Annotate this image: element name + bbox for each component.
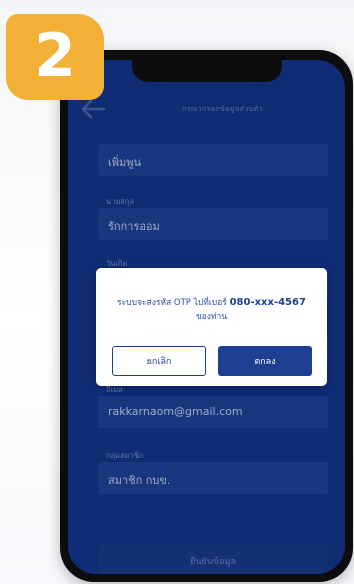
otp-phone-number: 080-xxx-4567 bbox=[229, 297, 306, 308]
step-badge: 2 bbox=[6, 14, 104, 100]
ok-button[interactable]: ตกลง bbox=[218, 346, 312, 376]
otp-message-suffix: ของท่าน bbox=[195, 312, 228, 322]
cancel-button[interactable]: ยกเลิก bbox=[112, 346, 206, 376]
step-number: 2 bbox=[34, 21, 76, 91]
phone-notch bbox=[131, 60, 282, 82]
otp-dialog: ระบบจะส่งรหัส OTP ไปที่เบอร์ 080-xxx-456… bbox=[96, 268, 327, 386]
otp-message-prefix: ระบบจะส่งรหัส OTP ไปที่เบอร์ bbox=[117, 298, 227, 308]
otp-message: ระบบจะส่งรหัส OTP ไปที่เบอร์ 080-xxx-456… bbox=[104, 296, 319, 324]
